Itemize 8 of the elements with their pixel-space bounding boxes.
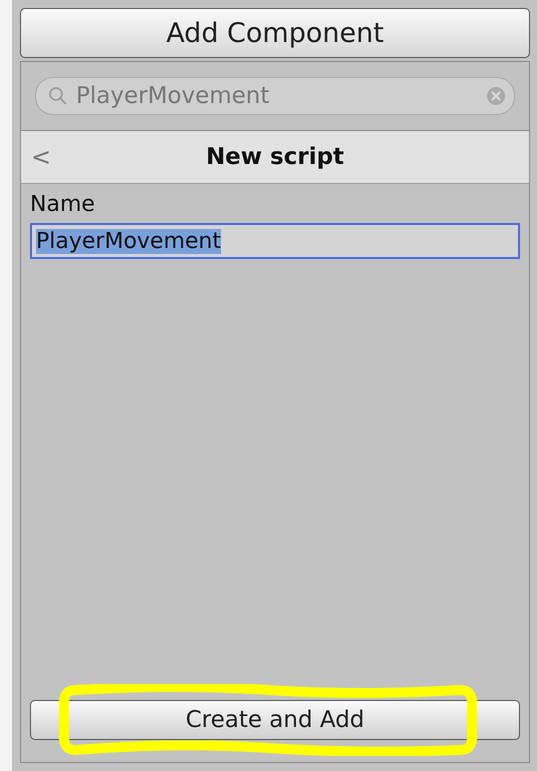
create-and-add-button[interactable]: Create and Add (30, 700, 520, 740)
search-icon (48, 86, 68, 106)
panel-title: New script (206, 144, 344, 170)
name-label: Name (30, 192, 96, 217)
clear-icon[interactable] (486, 86, 506, 106)
add-component-button[interactable]: Add Component (20, 8, 530, 58)
search-text: PlayerMovement (76, 83, 270, 109)
name-field[interactable]: PlayerMovement (30, 223, 520, 259)
